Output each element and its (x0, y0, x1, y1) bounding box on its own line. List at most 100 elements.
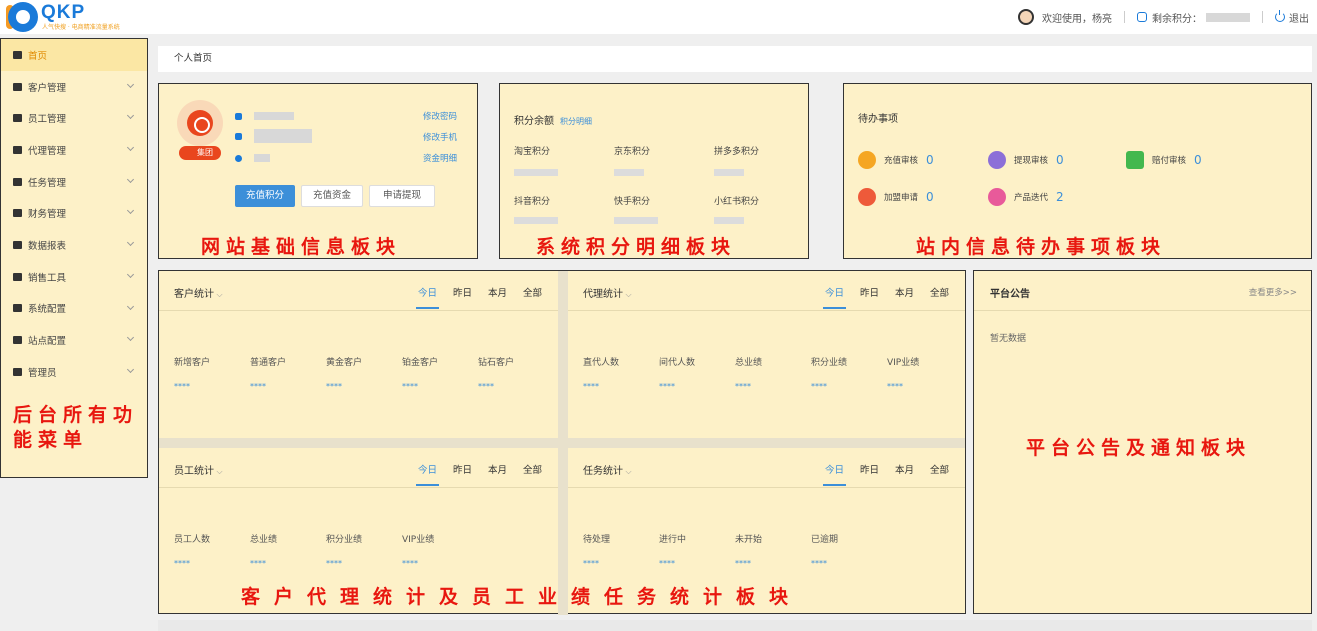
change-phone-link[interactable]: 修改手机 (423, 131, 457, 143)
sidebar-item-reports[interactable]: 数据报表 (1, 229, 147, 261)
customer-icon (13, 82, 22, 91)
points-label-douyin: 抖音积分 (514, 197, 551, 207)
sidebar-item-site-config[interactable]: 站点配置 (1, 324, 147, 356)
stat-col: 总业绩 **** (250, 532, 326, 568)
tab-yesterday[interactable]: 昨日 (860, 285, 879, 299)
rocket-icon (988, 188, 1006, 206)
tab-yesterday[interactable]: 昨日 (860, 462, 879, 476)
tab-yesterday[interactable]: 昨日 (453, 285, 472, 299)
tab-all[interactable]: 全部 (930, 462, 949, 476)
stat-col: 钻石客户 **** (478, 355, 554, 391)
stat-label: 铂金客户 (402, 358, 439, 368)
stat-title[interactable]: 代理统计 (583, 285, 632, 300)
recharge-review-icon (858, 151, 876, 169)
todo-product-iteration[interactable]: 产品迭代 2 (988, 188, 1064, 206)
avatar[interactable] (1018, 9, 1034, 25)
sidebar-menu: 首页 客户管理 员工管理 代理管理 任务管理 财务管理 数据报表 销售工具 系统… (0, 38, 148, 478)
username-row (235, 110, 294, 122)
home-icon (13, 50, 22, 59)
todo-withdraw-review[interactable]: 提现审核 0 (988, 151, 1064, 169)
stat-label: 员工人数 (174, 535, 211, 545)
chevron-down-icon (126, 144, 135, 152)
sidebar-item-label: 销售工具 (28, 272, 67, 284)
sidebar-item-tasks[interactable]: 任务管理 (1, 166, 147, 198)
notice-header: 平台公告 查看更多>> (974, 271, 1311, 311)
finance-icon (13, 209, 22, 218)
todo-count: 0 (1056, 153, 1064, 167)
stat-value: **** (735, 559, 751, 568)
tab-all[interactable]: 全部 (523, 285, 542, 299)
brand-logo[interactable]: QKP 人气快搜 · 电商精准流量系统 (6, 2, 134, 32)
logo-mark-icon (8, 2, 38, 32)
notice-panel: 平台公告 查看更多>> 暂无数据 平台公告及通知板块 (973, 270, 1312, 614)
stat-title[interactable]: 任务统计 (583, 462, 632, 477)
stat-value: **** (326, 559, 342, 568)
tab-month[interactable]: 本月 (895, 285, 914, 299)
todo-franchise-application[interactable]: 加盟申请 0 (858, 188, 934, 206)
agent-stats-block: 代理统计 今日 昨日 本月 全部 直代人数 **** 间代人数 **** 总业绩 **… (568, 271, 965, 438)
todo-recharge-review[interactable]: 充值审核 0 (858, 151, 934, 169)
sidebar-item-sales-tools[interactable]: 销售工具 (1, 261, 147, 293)
tab-today[interactable]: 今日 (415, 285, 439, 309)
sidebar-item-employees[interactable]: 员工管理 (1, 102, 147, 134)
todo-label: 产品迭代 (1014, 193, 1049, 203)
sidebar-item-home[interactable]: 首页 (1, 39, 147, 71)
tab-today[interactable]: 今日 (822, 285, 846, 309)
footer-strip (158, 620, 1312, 631)
stat-col: 铂金客户 **** (402, 355, 478, 391)
stat-label: 直代人数 (583, 358, 620, 368)
stat-title[interactable]: 客户统计 (174, 285, 223, 300)
stat-label: 积分业绩 (326, 535, 363, 545)
basic-info-panel: 集团 修改密码 修改手机 资金明细 充值积分 充值资金 申请提现 网站基础信息板… (158, 83, 478, 259)
change-password-link[interactable]: 修改密码 (423, 110, 457, 122)
user-icon (235, 112, 242, 120)
sidebar-item-customers[interactable]: 客户管理 (1, 71, 147, 103)
chevron-down-icon (126, 302, 135, 310)
view-more-link[interactable]: 查看更多>> (1249, 286, 1297, 298)
employee-icon (13, 114, 22, 123)
todo-caption: 站内信息待办事项板块 (916, 236, 1167, 258)
balance-redacted (254, 154, 270, 162)
stat-col: 直代人数 **** (583, 355, 659, 391)
points-title-text: 积分余额 (514, 116, 554, 127)
tab-month[interactable]: 本月 (488, 285, 507, 299)
todo-label: 加盟申请 (884, 193, 919, 203)
tab-month[interactable]: 本月 (895, 462, 914, 476)
points-value-redacted (714, 169, 744, 176)
stat-header: 员工统计 今日 昨日 本月 全部 (159, 448, 558, 488)
tab-all[interactable]: 全部 (523, 462, 542, 476)
stat-title[interactable]: 员工统计 (174, 462, 223, 477)
tab-all[interactable]: 全部 (930, 285, 949, 299)
brand-name: QKP (41, 2, 86, 23)
sidebar-item-label: 站点配置 (28, 336, 67, 348)
sidebar-item-admin[interactable]: 管理员 (1, 356, 147, 388)
tab-month[interactable]: 本月 (488, 462, 507, 476)
points-detail-link[interactable]: 积分明细 (560, 117, 592, 126)
stat-label: 新增客户 (174, 358, 211, 368)
fund-details-link[interactable]: 资金明细 (423, 152, 457, 164)
stat-col: 新增客户 **** (174, 355, 250, 391)
brand-tagline: 人气快搜 · 电商精准流量系统 (42, 24, 120, 31)
sidebar-item-system-config[interactable]: 系统配置 (1, 293, 147, 325)
chevron-down-icon (126, 270, 135, 278)
stat-col: 进行中 **** (659, 532, 735, 568)
stat-columns: 员工人数 **** 总业绩 **** 积分业绩 **** VIP业绩 **** (174, 532, 478, 568)
withdraw-button[interactable]: 申请提现 (369, 185, 435, 207)
power-icon[interactable] (1275, 10, 1285, 22)
recharge-points-button[interactable]: 充值积分 (235, 185, 295, 207)
tab-yesterday[interactable]: 昨日 (453, 462, 472, 476)
todo-compensation-review[interactable]: 赔付审核 0 (1126, 151, 1202, 169)
stat-tabs: 今日 昨日 本月 全部 (402, 285, 542, 309)
stats-panel: 客户统计 今日 昨日 本月 全部 新增客户 **** 普通客户 **** 黄金客户 *… (158, 270, 966, 615)
logout-link[interactable]: 退出 (1289, 10, 1309, 25)
tab-today[interactable]: 今日 (822, 462, 846, 486)
notice-caption: 平台公告及通知板块 (1026, 437, 1252, 459)
sidebar-item-agents[interactable]: 代理管理 (1, 134, 147, 166)
points-icon (1137, 12, 1147, 22)
sidebar-item-finance[interactable]: 财务管理 (1, 197, 147, 229)
tab-today[interactable]: 今日 (415, 462, 439, 486)
todo-label: 赔付审核 (1152, 156, 1187, 166)
recharge-funds-button[interactable]: 充值资金 (301, 185, 363, 207)
sidebar-item-label: 首页 (28, 50, 48, 62)
stat-label: 总业绩 (735, 358, 763, 368)
